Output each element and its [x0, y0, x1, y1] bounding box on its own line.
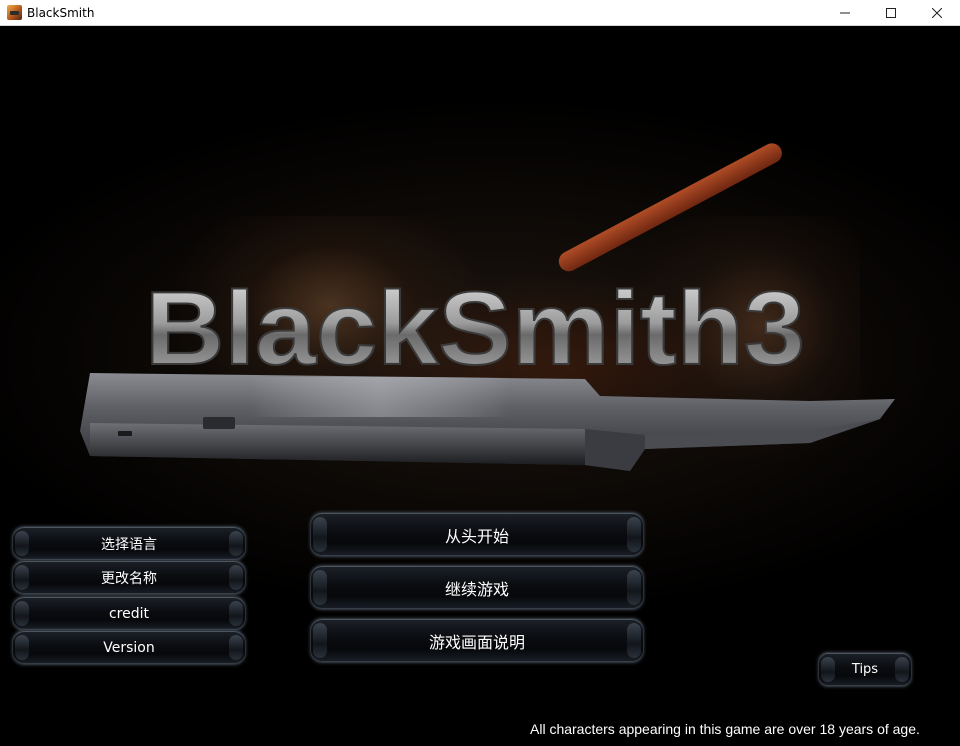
window-title: BlackSmith — [27, 5, 95, 20]
continue-game-label: 继续游戏 — [444, 579, 509, 599]
age-disclaimer: All characters appearing in this game ar… — [530, 721, 920, 737]
change-name-label: 更改名称 — [101, 570, 157, 587]
blacksmith-app-icon — [7, 5, 22, 20]
minimize-button[interactable] — [822, 0, 868, 26]
window-controls — [822, 0, 960, 26]
maximize-button[interactable] — [868, 0, 914, 26]
game-screen-guide-label: 游戏画面说明 — [428, 632, 525, 652]
tips-label: Tips — [851, 662, 879, 677]
svg-text:BlackSmith3: BlackSmith3 — [145, 271, 805, 386]
game-logo: BlackSmith3 — [144, 270, 806, 386]
game-canvas: BlackSmith3 选择语言 更改名称 credit Version 从头开… — [0, 26, 960, 746]
close-button[interactable] — [914, 0, 960, 26]
minimize-icon — [840, 12, 850, 14]
game-window: BlackSmith BlackSmith3 选择语言 更改名称 credit … — [0, 0, 960, 746]
new-game-button[interactable]: 从头开始 — [310, 512, 644, 557]
select-language-label: 选择语言 — [101, 536, 157, 553]
credit-button[interactable]: credit — [12, 596, 246, 631]
maximize-icon — [886, 8, 896, 18]
credit-label: credit — [108, 605, 150, 622]
continue-game-button[interactable]: 继续游戏 — [310, 565, 644, 610]
tips-button[interactable]: Tips — [818, 652, 912, 687]
close-icon — [932, 8, 942, 18]
new-game-label: 从头开始 — [444, 526, 509, 546]
title-bar[interactable]: BlackSmith — [0, 0, 960, 26]
select-language-button[interactable]: 选择语言 — [12, 526, 246, 561]
version-button[interactable]: Version — [12, 630, 246, 665]
game-screen-guide-button[interactable]: 游戏画面说明 — [310, 618, 644, 663]
change-name-button[interactable]: 更改名称 — [12, 560, 246, 595]
version-label: Version — [103, 639, 155, 656]
